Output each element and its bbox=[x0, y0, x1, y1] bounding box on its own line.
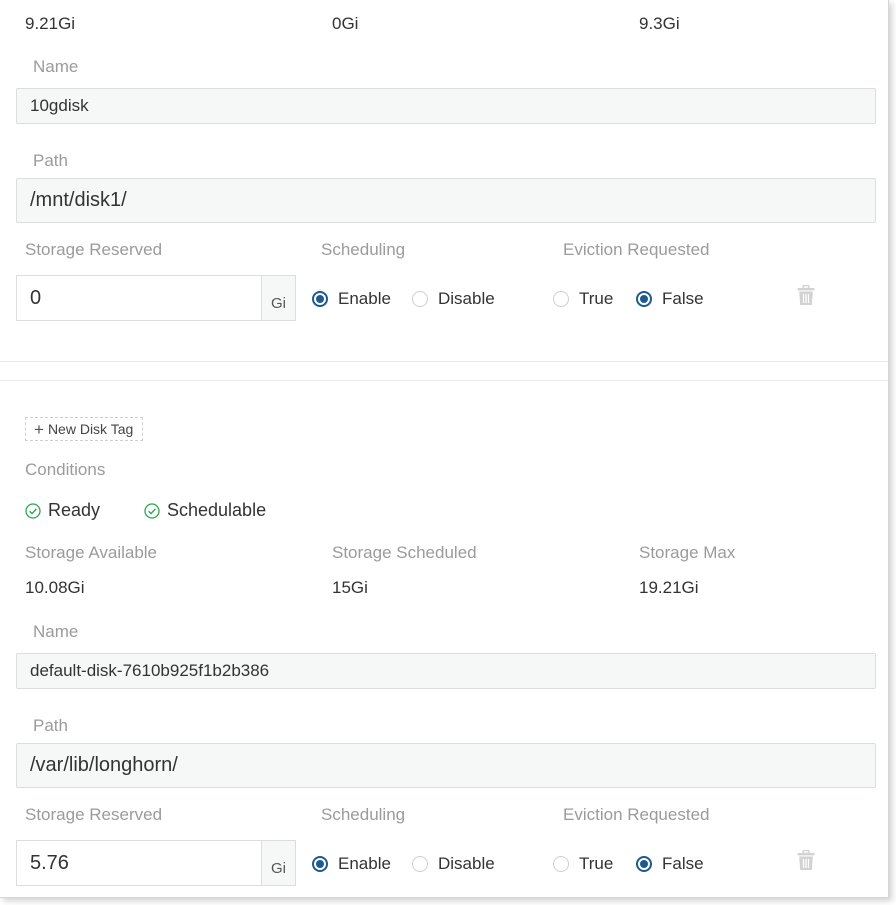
disk2-eviction-false-radio[interactable]: False bbox=[636, 854, 704, 874]
section-divider bbox=[0, 361, 888, 362]
disk1-scheduling-label: Scheduling bbox=[321, 240, 406, 259]
disk1-eviction-label: Eviction Requested bbox=[563, 240, 710, 259]
condition-ready: Ready bbox=[25, 500, 100, 521]
disk-settings-panel: 9.21Gi 0Gi 9.3Gi Name 10gdisk Path /mnt/… bbox=[0, 0, 889, 898]
condition-ready-label: Ready bbox=[48, 500, 101, 520]
radio-unselected-icon bbox=[412, 291, 428, 307]
disk2-storage-reserved-input[interactable]: 5.76 Gi bbox=[16, 840, 296, 886]
disk1-scheduling-disable-radio[interactable]: Disable bbox=[412, 289, 495, 309]
disk1-storage-reserved-label: Storage Reserved bbox=[25, 240, 163, 259]
storage-available-label: Storage Available bbox=[25, 543, 158, 562]
radio-selected-icon bbox=[636, 291, 652, 307]
disk1-eviction-false-label: False bbox=[662, 289, 704, 308]
disk1-name-value: 10gdisk bbox=[30, 96, 89, 115]
radio-selected-icon bbox=[636, 856, 652, 872]
disk2-storage-reserved-value[interactable]: 5.76 bbox=[17, 841, 261, 885]
disk2-scheduling-enable-label: Enable bbox=[338, 854, 391, 873]
radio-unselected-icon bbox=[412, 856, 428, 872]
new-disk-tag-label: New Disk Tag bbox=[47, 421, 134, 437]
conditions-label: Conditions bbox=[25, 460, 106, 479]
disk2-eviction-label: Eviction Requested bbox=[563, 805, 710, 824]
disk1-storage-reserved-input[interactable]: 0 Gi bbox=[16, 275, 296, 321]
disk1-name-label: Name bbox=[33, 57, 79, 76]
condition-schedulable-label: Schedulable bbox=[167, 500, 267, 520]
section-divider bbox=[0, 380, 888, 381]
disk1-path-label: Path bbox=[33, 151, 68, 170]
disk2-name-field[interactable]: default-disk-7610b925f1b2b386 bbox=[16, 653, 876, 689]
check-circle-icon bbox=[25, 502, 41, 519]
disk1-scheduling-disable-label: Disable bbox=[438, 289, 495, 308]
radio-selected-icon bbox=[312, 856, 328, 872]
disk1-eviction-true-label: True bbox=[579, 289, 614, 308]
storage-scheduled-value: 15Gi bbox=[332, 578, 368, 597]
radio-unselected-icon bbox=[553, 856, 569, 872]
new-disk-tag-button[interactable]: + New Disk Tag bbox=[25, 417, 144, 441]
disk1-delete-button[interactable] bbox=[797, 284, 815, 311]
disk1-path-value: /mnt/disk1/ bbox=[30, 189, 127, 211]
plus-icon: + bbox=[34, 419, 44, 439]
disk2-path-label: Path bbox=[33, 716, 68, 735]
disk1-eviction-false-radio[interactable]: False bbox=[636, 289, 704, 309]
disk2-eviction-true-radio[interactable]: True bbox=[553, 854, 613, 874]
disk2-delete-button[interactable] bbox=[797, 849, 815, 876]
disk2-scheduling-enable-radio[interactable]: Enable bbox=[312, 854, 391, 874]
check-circle-icon bbox=[144, 502, 160, 519]
disk1-eviction-true-radio[interactable]: True bbox=[553, 289, 613, 309]
disk2-scheduling-disable-label: Disable bbox=[438, 854, 495, 873]
disk2-storage-reserved-unit: Gi bbox=[261, 841, 295, 885]
radio-unselected-icon bbox=[553, 291, 569, 307]
trash-icon bbox=[797, 284, 815, 305]
disk1-storage-scheduled-value: 0Gi bbox=[332, 14, 359, 33]
disk1-storage-available-value: 9.21Gi bbox=[25, 14, 76, 33]
disk2-path-field[interactable]: /var/lib/longhorn/ bbox=[16, 743, 876, 788]
disk2-path-value: /var/lib/longhorn/ bbox=[30, 754, 178, 776]
disk1-name-field[interactable]: 10gdisk bbox=[16, 88, 876, 124]
disk2-storage-reserved-label: Storage Reserved bbox=[25, 805, 163, 824]
disk2-scheduling-disable-radio[interactable]: Disable bbox=[412, 854, 495, 874]
storage-max-value: 19.21Gi bbox=[639, 578, 699, 597]
storage-max-label: Storage Max bbox=[639, 543, 736, 562]
disk1-path-field[interactable]: /mnt/disk1/ bbox=[16, 178, 876, 223]
disk2-name-label: Name bbox=[33, 622, 79, 641]
disk2-eviction-true-label: True bbox=[579, 854, 614, 873]
condition-schedulable: Schedulable bbox=[144, 500, 266, 521]
trash-icon bbox=[797, 849, 815, 870]
disk1-scheduling-enable-label: Enable bbox=[338, 289, 391, 308]
storage-available-value: 10.08Gi bbox=[25, 578, 85, 597]
disk2-eviction-false-label: False bbox=[662, 854, 704, 873]
disk1-storage-reserved-unit: Gi bbox=[261, 276, 295, 320]
disk2-scheduling-label: Scheduling bbox=[321, 805, 406, 824]
disk2-name-value: default-disk-7610b925f1b2b386 bbox=[30, 661, 270, 680]
disk1-storage-reserved-value[interactable]: 0 bbox=[17, 276, 261, 320]
disk1-scheduling-enable-radio[interactable]: Enable bbox=[312, 289, 391, 309]
storage-scheduled-label: Storage Scheduled bbox=[332, 543, 477, 562]
disk1-storage-max-value: 9.3Gi bbox=[639, 14, 680, 33]
radio-selected-icon bbox=[312, 291, 328, 307]
